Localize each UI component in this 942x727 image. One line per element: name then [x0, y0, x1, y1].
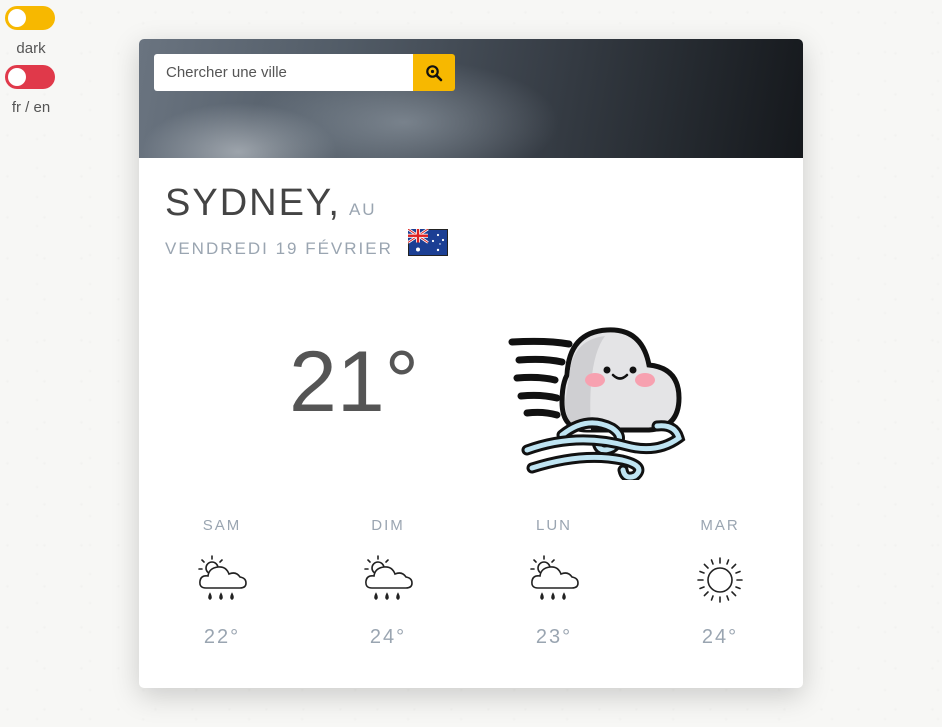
forecast-temperature: 24° [701, 626, 739, 648]
australia-flag-icon [408, 229, 448, 256]
forecast-day: MAR 24° [637, 514, 803, 674]
language-label: fr / en [11, 99, 51, 116]
toggle-knob [8, 9, 26, 27]
current-temperature: 21° [289, 334, 420, 430]
weather-card: SYDNEY, AU VENDREDI 19 FÉVRIER 21° [139, 39, 803, 688]
forecast-day: SAM 22° [139, 514, 305, 674]
forecast-day: LUN 23° [471, 514, 637, 674]
location-heading: SYDNEY, AU [165, 182, 377, 225]
current-date: VENDREDI 19 FÉVRIER [165, 239, 393, 258]
forecast-temperature: 23° [535, 626, 573, 648]
sky-banner [139, 39, 803, 158]
forecast-day-name: MAR [700, 517, 740, 534]
partly-sunny-rain-icon [198, 555, 247, 600]
partly-sunny-rain-icon [364, 555, 413, 600]
city-name: SYDNEY, [165, 182, 341, 224]
search-icon [426, 64, 443, 81]
windy-cloud-icon [508, 327, 686, 480]
forecast-day: DIM 24° [305, 514, 471, 674]
forecast-day-name: DIM [371, 517, 405, 534]
dark-mode-label: dark [16, 40, 46, 57]
country-code: AU [348, 200, 377, 219]
forecast-temperature: 24° [369, 626, 407, 648]
forecast-day-name: LUN [535, 517, 572, 534]
dark-mode-toggle[interactable] [5, 6, 55, 30]
forecast-temperature: 22° [203, 626, 241, 648]
toggle-knob [8, 68, 26, 86]
partly-sunny-rain-icon [530, 555, 579, 600]
city-search-input[interactable] [154, 54, 413, 91]
search-bar [154, 54, 455, 91]
forecast-row: SAM 22° DIM 24° LUN 23° MAR 24° [139, 514, 803, 674]
language-toggle[interactable] [5, 65, 55, 89]
settings-toggles: dark fr / en [5, 6, 57, 116]
forecast-day-name: SAM [202, 517, 242, 534]
search-button[interactable] [413, 54, 455, 91]
sun-icon [697, 557, 743, 603]
